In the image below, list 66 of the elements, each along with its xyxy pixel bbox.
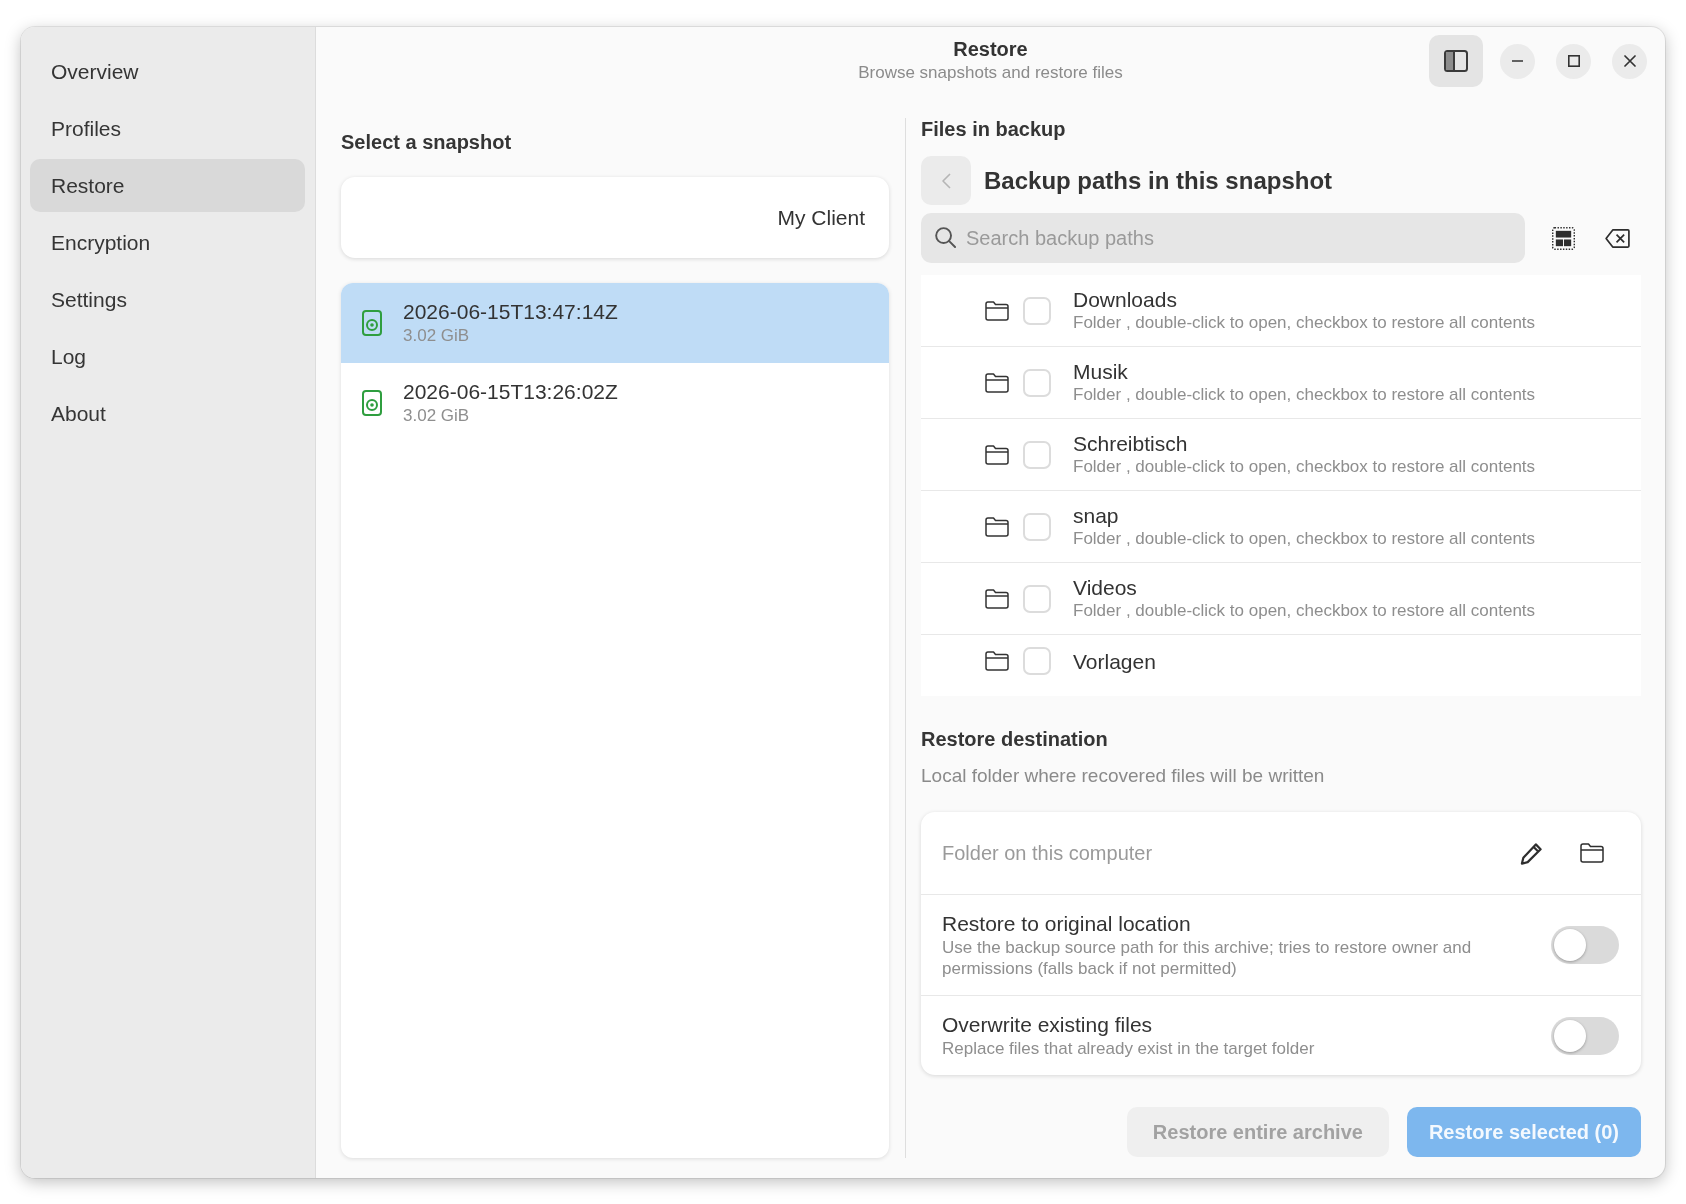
folder-icon xyxy=(985,588,1009,609)
pencil-icon[interactable] xyxy=(1520,841,1543,865)
snapshot-timestamp: 2026-06-15T13:47:14Z xyxy=(403,299,618,325)
file-name: Musik xyxy=(1073,359,1129,384)
checkbox[interactable] xyxy=(1023,584,1051,613)
folder-icon xyxy=(985,444,1009,465)
snapshot-size: 3.02 GiB xyxy=(403,405,471,427)
sidebar-item[interactable]: Restore xyxy=(30,159,305,212)
option-description: Replace files that already exist in the target folder xyxy=(942,1038,1316,1059)
list-title: Backup paths in this snapshot xyxy=(984,166,1333,195)
minimize-icon xyxy=(1512,60,1523,62)
chevron-left-icon xyxy=(941,172,951,189)
folder-field[interactable]: Folder on this computer xyxy=(942,833,1500,873)
folder-icon xyxy=(985,300,1009,321)
section-description: Local folder where recovered files will be written xyxy=(921,764,1326,788)
folder-icon xyxy=(985,651,1009,671)
backspace-icon[interactable] xyxy=(1604,228,1630,248)
file-description: Folder , double-click to open, checkbox to restore all contents xyxy=(1073,384,1536,406)
sidebar-item[interactable]: Settings xyxy=(30,273,305,326)
file-name: Videos xyxy=(1073,575,1138,600)
folder-icon xyxy=(985,516,1009,537)
search-field[interactable]: Search backup paths xyxy=(921,213,1525,263)
checkbox[interactable] xyxy=(1023,647,1051,675)
file-name: snap xyxy=(1073,503,1120,528)
minimize-button[interactable] xyxy=(1500,43,1535,79)
maximize-button[interactable] xyxy=(1556,43,1591,79)
checkbox[interactable] xyxy=(1023,512,1051,541)
folder-icon[interactable] xyxy=(1580,843,1604,863)
sidebar-toggle-button[interactable] xyxy=(1429,35,1483,87)
option-description: Use the backup source path for this archive; tries to restore owner and permissions (falls back if not permitted) xyxy=(942,937,1473,979)
window-title: Restore xyxy=(952,37,1029,62)
close-icon xyxy=(1623,55,1636,67)
client-name: My Client xyxy=(777,205,865,230)
section-heading: Restore destination xyxy=(921,727,1109,751)
sidebar-item[interactable]: Log xyxy=(30,330,305,383)
close-button[interactable] xyxy=(1612,43,1647,79)
option-title: Restore to original location xyxy=(942,911,1192,937)
snapshot-row[interactable]: 2026-06-15T13:26:02Z 3.02 GiB xyxy=(341,363,889,443)
file-name: Downloads xyxy=(1073,287,1178,312)
file-description: Folder , double-click to open, checkbox to restore all contents xyxy=(1073,600,1536,622)
sidebar-item[interactable]: Overview xyxy=(30,45,305,98)
file-description: Folder , double-click to open, checkbox to restore all contents xyxy=(1073,456,1536,478)
snapshot-timestamp: 2026-06-15T13:26:02Z xyxy=(403,379,618,405)
snapshot-size: 3.02 GiB xyxy=(403,325,471,347)
sidebar-item[interactable]: Encryption xyxy=(30,216,305,269)
file-name: Schreibtisch xyxy=(1073,431,1189,456)
checkbox[interactable] xyxy=(1023,296,1051,325)
folder-icon xyxy=(985,372,1009,393)
toggle-switch[interactable] xyxy=(1551,1016,1619,1055)
checkbox[interactable] xyxy=(1023,440,1051,469)
snapshot-row[interactable]: 2026-06-15T13:47:14Z 3.02 GiB xyxy=(341,283,889,363)
option-title: Overwrite existing files xyxy=(942,1012,1154,1038)
sidebar-item[interactable]: Profiles xyxy=(30,102,305,155)
toggle-switch[interactable] xyxy=(1551,926,1619,964)
file-description: Folder , double-click to open, checkbox to restore all contents xyxy=(1073,528,1536,550)
maximize-icon xyxy=(1567,55,1580,67)
section-heading: Select a snapshot xyxy=(341,130,513,154)
grid-icon[interactable] xyxy=(1551,226,1575,250)
section-heading: Files in backup xyxy=(921,118,1067,140)
file-description: Folder , double-click to open, checkbox to restore all contents xyxy=(1073,312,1536,334)
search-icon xyxy=(935,227,956,248)
checkbox[interactable] xyxy=(1023,368,1051,397)
file-name: Vorlagen xyxy=(1073,648,1156,674)
window-subtitle: Browse snapshots and restore files xyxy=(858,62,1123,84)
sidebar-item[interactable]: About xyxy=(30,387,305,440)
sidebar-icon xyxy=(1444,50,1468,72)
